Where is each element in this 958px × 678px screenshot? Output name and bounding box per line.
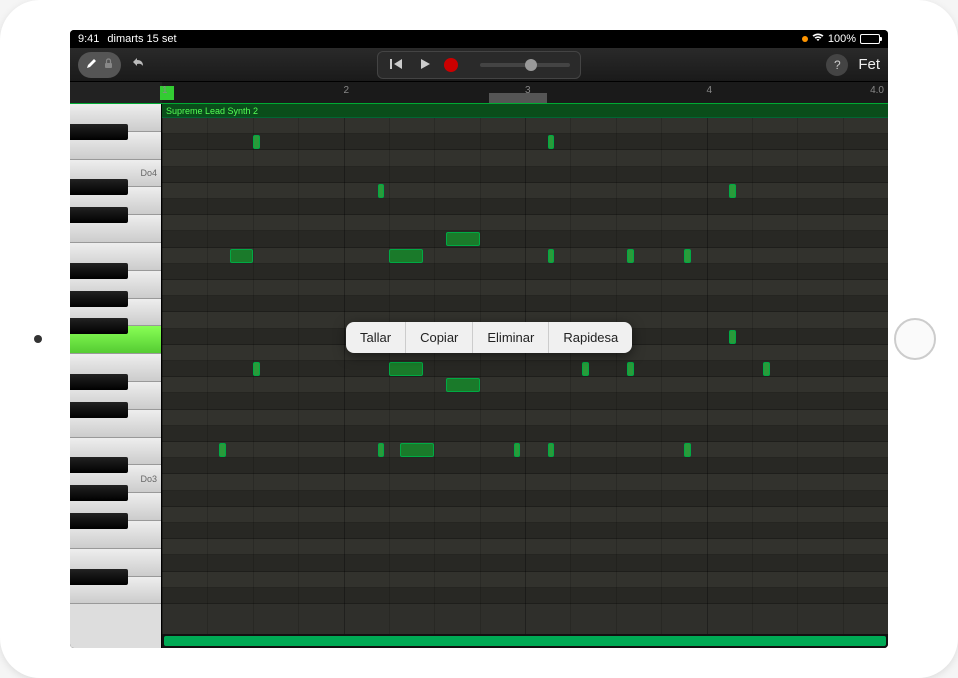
piano-black-key[interactable] [70,291,128,307]
midi-note[interactable] [582,362,589,376]
play-button[interactable] [416,57,434,73]
piano-black-key[interactable] [70,374,128,390]
midi-note[interactable] [684,443,691,457]
midi-note[interactable] [514,443,521,457]
midi-note[interactable] [219,443,226,457]
ipad-frame: 9:41 dimarts 15 set 100% [0,0,958,678]
midi-note[interactable] [378,184,385,198]
transport-controls [377,51,581,79]
midi-note[interactable] [548,443,555,457]
midi-note[interactable] [729,330,736,344]
piano-black-key[interactable] [70,318,128,334]
ruler-tick: 1 [162,85,168,96]
battery-icon [860,34,880,44]
timeline-ruler[interactable]: 4.0 1234 [70,82,888,104]
toolbar: ? Fet [70,48,888,82]
piano-black-key[interactable] [70,207,128,223]
midi-note[interactable] [548,135,555,149]
help-button[interactable]: ? [826,54,848,76]
piano-black-key[interactable] [70,124,128,140]
grid-vline [344,118,345,648]
piano-black-key[interactable] [70,485,128,501]
home-button[interactable] [894,318,936,360]
recording-indicator-icon [802,36,808,42]
status-date: dimarts 15 set [107,33,176,45]
status-bar: 9:41 dimarts 15 set 100% [70,30,888,48]
record-button[interactable] [444,58,458,72]
piano-keyboard[interactable] [70,104,162,648]
grid-vline [480,118,481,648]
grid-vline [253,118,254,648]
piano-black-key[interactable] [70,179,128,195]
grid-vline [298,118,299,648]
status-time: 9:41 [78,33,99,45]
master-volume-slider[interactable] [480,63,570,67]
ruler-end-label: 4.0 [870,85,884,96]
midi-note[interactable] [627,362,634,376]
grid-vline [207,118,208,648]
grid-vline [389,118,390,648]
piano-black-key[interactable] [70,402,128,418]
midi-note[interactable] [446,232,480,246]
midi-note[interactable] [446,378,480,392]
edit-mode-toggle[interactable] [78,52,121,78]
midi-note[interactable] [230,249,253,263]
grid-vline [752,118,753,648]
midi-note[interactable] [253,362,260,376]
grid-vline [162,118,163,648]
piano-black-key[interactable] [70,457,128,473]
region-name-label: Supreme Lead Synth 2 [162,104,888,118]
ruler-tick: 4 [707,85,713,96]
grid-vline [525,118,526,648]
midi-note[interactable] [627,249,634,263]
scroll-thumb[interactable] [164,636,886,646]
grid-vline [570,118,571,648]
midi-note[interactable] [389,362,423,376]
midi-note[interactable] [548,249,555,263]
piano-black-key[interactable] [70,569,128,585]
grid-vline [797,118,798,648]
grid-vline [707,118,708,648]
horizontal-scrollbar[interactable] [162,634,888,648]
lock-icon [104,58,113,72]
ruler-tick: 2 [344,85,350,96]
piano-black-key[interactable] [70,263,128,279]
midi-note[interactable] [763,362,770,376]
note-grid[interactable]: Supreme Lead Synth 2 [162,104,888,648]
midi-note[interactable] [729,184,736,198]
app-screen: 9:41 dimarts 15 set 100% [70,30,888,648]
grid-vline [434,118,435,648]
grid-vline [661,118,662,648]
grid-vline [843,118,844,648]
midi-note[interactable] [253,135,260,149]
volume-thumb[interactable] [525,59,537,71]
midi-note[interactable] [400,443,434,457]
done-button[interactable]: Fet [858,56,880,73]
context-menu-item[interactable]: Rapidesa [549,322,632,353]
camera-dot [34,335,42,343]
piano-roll-editor: Supreme Lead Synth 2 [70,104,888,648]
undo-button[interactable] [129,55,147,74]
context-menu-item[interactable]: Copiar [406,322,473,353]
midi-note[interactable] [378,443,385,457]
piano-black-key[interactable] [70,513,128,529]
grid-vline [616,118,617,648]
context-menu-item[interactable]: Tallar [346,322,406,353]
midi-note[interactable] [684,249,691,263]
context-menu: TallarCopiarEliminarRapidesa [346,322,632,353]
loop-region[interactable] [489,93,547,103]
wifi-icon [812,33,824,45]
midi-note[interactable] [389,249,423,263]
context-menu-item[interactable]: Eliminar [473,322,549,353]
battery-percent: 100% [828,33,856,45]
pencil-icon [86,57,98,72]
rewind-button[interactable] [388,57,406,73]
